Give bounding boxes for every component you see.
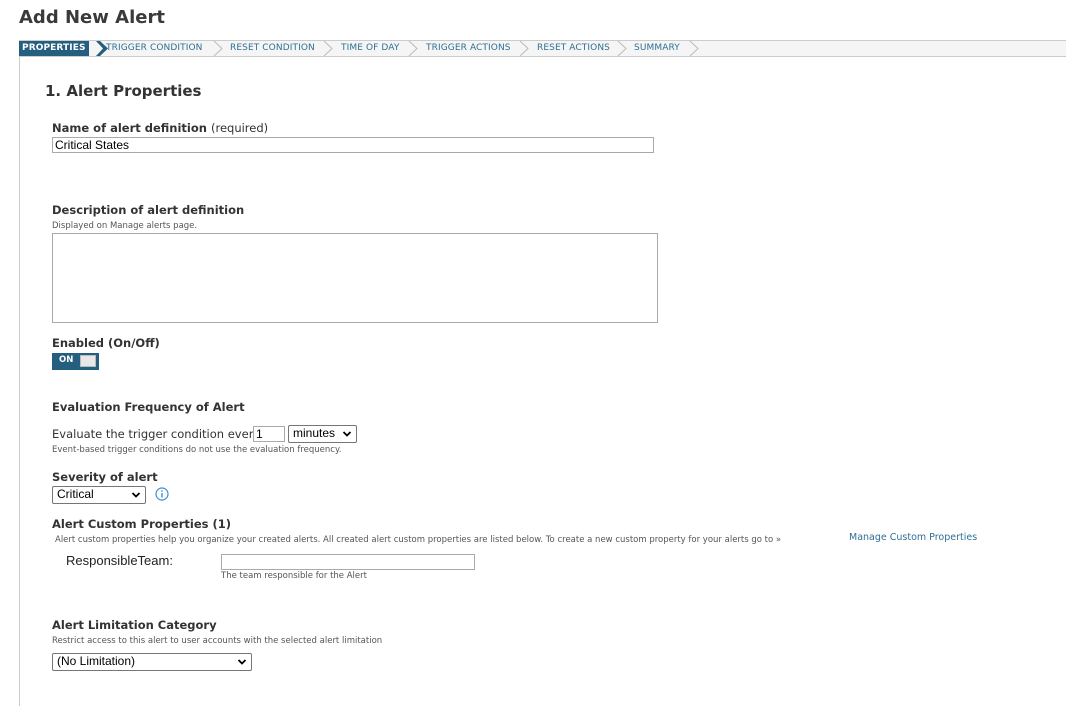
- limitation-label: Alert Limitation Category: [52, 618, 217, 632]
- description-textarea[interactable]: [52, 233, 658, 323]
- chevron-down-icon: [237, 659, 247, 665]
- chevron-right-icon: [323, 41, 333, 56]
- name-label: Name of alert definition (required): [52, 121, 268, 135]
- step-summary[interactable]: SUMMARY: [634, 41, 680, 56]
- step-trigger-actions[interactable]: TRIGGER ACTIONS: [426, 41, 511, 56]
- limitation-select[interactable]: (No Limitation): [52, 653, 252, 671]
- custom-properties-hint: Alert custom properties help you organiz…: [55, 535, 782, 545]
- content-left-border: [19, 57, 20, 706]
- chevron-right-icon: [519, 41, 529, 56]
- severity-label: Severity of alert: [52, 470, 158, 484]
- responsible-team-hint: The team responsible for the Alert: [221, 571, 367, 581]
- wizard-progress-bar: PROPERTIES TRIGGER CONDITION RESET CONDI…: [19, 40, 1066, 57]
- name-label-text: Name of alert definition: [52, 121, 207, 135]
- custom-properties-label: Alert Custom Properties (1): [52, 517, 231, 531]
- chevron-right-icon: [408, 41, 418, 56]
- info-icon[interactable]: [155, 487, 169, 501]
- chevron-down-icon: [131, 492, 141, 498]
- enabled-label: Enabled (On/Off): [52, 336, 160, 350]
- required-indicator: (required): [210, 121, 269, 135]
- toggle-state-label: ON: [59, 355, 74, 365]
- frequency-unit-select[interactable]: minutes: [288, 425, 357, 443]
- alert-name-input[interactable]: [52, 137, 654, 153]
- chevron-right-icon: [213, 41, 223, 56]
- limitation-hint: Restrict access to this alert to user ac…: [52, 636, 383, 646]
- step-time-of-day[interactable]: TIME OF DAY: [341, 41, 399, 56]
- enabled-toggle[interactable]: ON: [52, 353, 99, 370]
- toggle-knob: [80, 355, 96, 367]
- frequency-hint: Event-based trigger conditions do not us…: [52, 445, 342, 455]
- frequency-unit-value: minutes: [293, 426, 336, 440]
- step-properties[interactable]: PROPERTIES: [19, 41, 89, 56]
- severity-value: Critical: [57, 487, 94, 501]
- manage-custom-properties-link[interactable]: Manage Custom Properties: [849, 532, 977, 543]
- page-title: Add New Alert: [19, 7, 165, 28]
- frequency-value-input[interactable]: [253, 426, 285, 442]
- chevron-down-icon: [342, 431, 352, 437]
- step-trigger-condition[interactable]: TRIGGER CONDITION: [106, 41, 203, 56]
- step-reset-actions[interactable]: RESET ACTIONS: [537, 41, 610, 56]
- description-label: Description of alert definition: [52, 203, 245, 217]
- description-hint: Displayed on Manage alerts page.: [52, 221, 198, 231]
- responsible-team-input[interactable]: [221, 554, 475, 570]
- custom-property-name: ResponsibleTeam:: [66, 553, 173, 568]
- chevron-right-icon: [617, 41, 627, 56]
- limitation-value: (No Limitation): [57, 654, 136, 668]
- severity-select[interactable]: Critical: [52, 486, 146, 504]
- chevron-right-icon: [689, 41, 699, 56]
- frequency-label: Evaluation Frequency of Alert: [52, 400, 245, 414]
- section-title: 1. Alert Properties: [45, 82, 202, 100]
- frequency-prefix: Evaluate the trigger condition every: [52, 427, 261, 441]
- step-reset-condition[interactable]: RESET CONDITION: [230, 41, 315, 56]
